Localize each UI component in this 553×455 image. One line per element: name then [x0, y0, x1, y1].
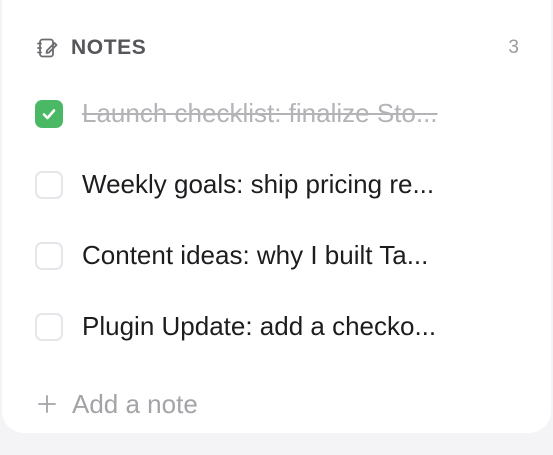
add-note-button[interactable]: Add a note	[35, 384, 198, 424]
note-item: Content ideas: why I built Ta...	[35, 220, 495, 291]
notes-count: 3	[508, 37, 519, 58]
note-item: Plugin Update: add a checko...	[35, 291, 495, 362]
add-note-label: Add a note	[72, 388, 198, 419]
notes-list: Launch checklist: finalize Sto... Weekly…	[35, 78, 495, 362]
note-checkbox[interactable]	[35, 170, 63, 199]
note-text[interactable]: Launch checklist: finalize Sto...	[82, 98, 438, 129]
note-checkbox[interactable]	[35, 241, 63, 270]
note-text[interactable]: Weekly goals: ship pricing re...	[82, 169, 434, 200]
note-checkbox[interactable]	[35, 99, 63, 128]
notebook-pen-icon	[35, 36, 59, 60]
notes-header: NOTES 3	[35, 30, 519, 66]
note-item: Launch checklist: finalize Sto...	[35, 78, 495, 149]
note-checkbox[interactable]	[35, 312, 63, 341]
note-text[interactable]: Plugin Update: add a checko...	[82, 311, 436, 342]
plus-icon	[35, 392, 59, 416]
checkmark-icon	[42, 108, 56, 119]
notes-title: NOTES	[71, 36, 147, 59]
note-item: Weekly goals: ship pricing re...	[35, 149, 495, 220]
notes-card: NOTES 3 Launch checklist: finalize Sto..…	[2, 0, 551, 433]
note-text[interactable]: Content ideas: why I built Ta...	[82, 240, 428, 271]
